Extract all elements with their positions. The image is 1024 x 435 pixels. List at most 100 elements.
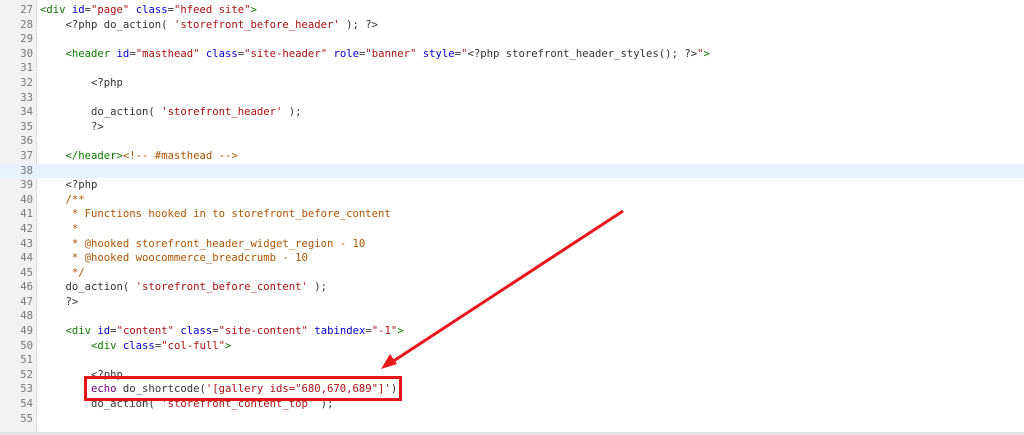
code-token: class — [205, 47, 238, 60]
code-lines: 27 <div id="page" class="hfeed site"> 28 <… — [0, 3, 1024, 426]
code-line[interactable]: 29 — [0, 32, 1024, 47]
code-line[interactable]: 27 <div id="page" class="hfeed site"> — [0, 3, 1024, 18]
code-line[interactable]: 41 * Functions hooked in to storefront_b… — [0, 207, 1024, 222]
line-number: 55 — [20, 412, 33, 425]
code-token: <?php do_action( — [40, 18, 174, 31]
line-number: 47 — [20, 295, 33, 308]
code-line[interactable]: 48 — [0, 309, 1024, 324]
code-text: <?php do_action( 'storefront_before_head… — [40, 18, 1020, 33]
code-line[interactable]: 30 <header id="masthead" class="site-hea… — [0, 47, 1024, 62]
code-token: id — [97, 325, 111, 338]
line-number: 35 — [20, 120, 33, 133]
line-number: 51 — [20, 354, 33, 367]
code-line[interactable]: 49 <div id="content" class="site-content… — [0, 324, 1024, 339]
code-text: <?php — [40, 76, 1020, 91]
code-token: <?php — [40, 76, 123, 89]
code-token: "page" — [91, 4, 130, 16]
code-line[interactable]: 50 <div class="col-full"> — [0, 339, 1024, 354]
line-number: 52 — [20, 368, 33, 381]
line-number: 40 — [20, 193, 33, 206]
annotation-highlight-box — [84, 376, 402, 401]
code-token: class — [180, 325, 213, 338]
code-line[interactable]: 36 — [0, 134, 1024, 149]
code-line[interactable]: 44 * @hooked woocommerce_breadcrumb - 10 — [0, 251, 1024, 266]
code-line[interactable]: 40 /** — [0, 193, 1024, 208]
code-line[interactable]: 55 — [0, 412, 1024, 427]
code-token: <header — [65, 47, 117, 60]
code-text: <header id="masthead" class="site-header… — [40, 47, 1020, 62]
code-token: /** — [65, 193, 85, 206]
line-number: 27 — [20, 4, 33, 16]
code-line[interactable]: 46 do_action( 'storefront_before_content… — [0, 280, 1024, 295]
code-line[interactable]: 34 do_action( 'storefront_header' ); — [0, 105, 1024, 120]
code-line[interactable]: 33 — [0, 91, 1024, 106]
line-number: 48 — [20, 310, 33, 323]
code-token: <div — [40, 4, 72, 16]
code-token: ?> — [40, 120, 104, 133]
code-line[interactable]: 51 — [0, 353, 1024, 368]
code-token: <?php — [40, 179, 98, 192]
line-number: 42 — [20, 222, 33, 235]
code-text: * @hooked woocommerce_breadcrumb - 10 — [40, 251, 1020, 266]
line-number: 45 — [20, 266, 33, 279]
code-line[interactable]: 35 ?> — [0, 120, 1024, 135]
line-number: 44 — [20, 252, 33, 265]
code-line[interactable]: 28 <?php do_action( 'storefront_before_h… — [0, 18, 1024, 33]
code-text: <div id="content" class="site-content" t… — [40, 324, 1020, 339]
code-text: */ — [40, 266, 1020, 281]
line-number: 32 — [20, 76, 33, 89]
code-token: > — [224, 339, 232, 352]
code-token: * @hooked storefront_header_widget_regio… — [40, 237, 366, 250]
code-token: > — [703, 47, 710, 60]
code-token: "site-content" — [218, 325, 308, 338]
line-number: 31 — [20, 62, 33, 75]
code-line[interactable]: 31 — [0, 61, 1024, 76]
line-number: 28 — [20, 18, 33, 31]
code-token: */ — [40, 266, 85, 279]
code-token: > — [397, 325, 404, 338]
code-token: class — [135, 4, 168, 16]
code-token: ); — [307, 281, 328, 294]
code-line[interactable]: 45 */ — [0, 266, 1024, 281]
code-text: <div class="col-full"> — [40, 339, 1020, 354]
code-text: ?> — [40, 120, 1020, 135]
code-token: "-1" — [371, 325, 398, 338]
line-number: 54 — [20, 398, 33, 411]
code-line[interactable]: 32 <?php — [0, 76, 1024, 91]
code-token: ); — [282, 106, 302, 119]
code-line[interactable]: 43 * @hooked storefront_header_widget_re… — [0, 237, 1024, 252]
code-token: <div — [91, 339, 123, 352]
code-line[interactable]: 38 — [0, 163, 1024, 179]
line-number: 33 — [20, 91, 33, 104]
line-number: 34 — [20, 106, 33, 119]
code-token: * @hooked woocommerce_breadcrumb - 10 — [40, 252, 308, 265]
code-editor[interactable]: 27 <div id="page" class="hfeed site"> 28 <… — [0, 0, 1024, 435]
code-token: ); ?> — [339, 18, 379, 31]
code-token: do_action( — [40, 281, 136, 294]
line-number: 50 — [20, 339, 33, 352]
code-text: * — [40, 222, 1020, 237]
line-number: 41 — [20, 208, 33, 221]
line-number: 46 — [20, 281, 33, 294]
code-line[interactable]: 42 * — [0, 222, 1024, 237]
code-token: "hfeed site" — [174, 4, 251, 16]
line-number: 30 — [20, 47, 33, 60]
code-token: 'storefront_header' — [161, 106, 283, 119]
code-token: id — [116, 47, 130, 60]
line-number: 38 — [20, 164, 33, 177]
code-line[interactable]: 39 <?php — [0, 178, 1024, 193]
code-line[interactable]: 37 </header><!-- #masthead --> — [0, 149, 1024, 164]
code-token: <!-- #masthead --> — [122, 149, 238, 162]
line-number: 29 — [20, 33, 33, 46]
code-token: style — [422, 47, 455, 60]
code-token: "content" — [116, 325, 174, 338]
code-token: "masthead" — [135, 47, 200, 60]
code-text: <?php — [40, 178, 1020, 193]
code-token: * — [40, 222, 79, 235]
code-line[interactable]: 47 ?> — [0, 295, 1024, 310]
line-number: 36 — [20, 135, 33, 148]
